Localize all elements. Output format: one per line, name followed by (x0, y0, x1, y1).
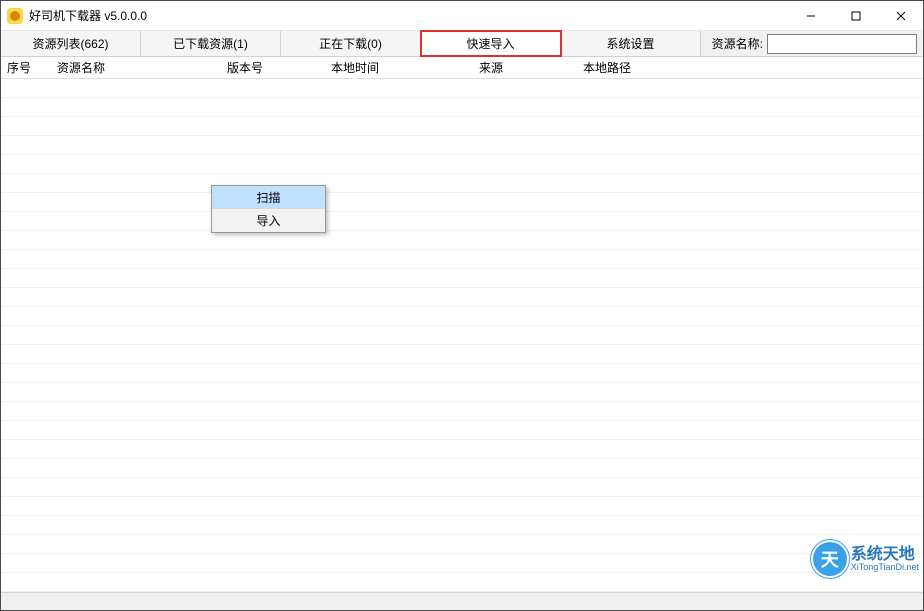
table-row[interactable] (1, 269, 923, 288)
table-row[interactable] (1, 554, 923, 573)
statusbar (1, 592, 923, 610)
col-local-path[interactable]: 本地路径 (577, 59, 923, 76)
table-row[interactable] (1, 79, 923, 98)
table-row[interactable] (1, 402, 923, 421)
grid-area[interactable]: 扫描 导入 天 系统天地 XiTongTianDi.net (1, 79, 923, 592)
table-row[interactable] (1, 212, 923, 231)
tab-resource-list[interactable]: 资源列表(662) (1, 31, 141, 56)
search-input[interactable] (767, 34, 917, 54)
table-row[interactable] (1, 193, 923, 212)
table-row[interactable] (1, 573, 923, 592)
toolbar: 资源列表(662) 已下载资源(1) 正在下载(0) 快速导入 系统设置 资源名… (1, 31, 923, 57)
table-row[interactable] (1, 459, 923, 478)
tab-label: 快速导入 (466, 35, 514, 52)
table-header: 序号 资源名称 版本号 本地时间 来源 本地路径 (1, 57, 923, 79)
col-local-time[interactable]: 本地时间 (325, 59, 473, 76)
table-row[interactable] (1, 535, 923, 554)
table-row[interactable] (1, 307, 923, 326)
table-row[interactable] (1, 231, 923, 250)
table-row[interactable] (1, 174, 923, 193)
table-row[interactable] (1, 440, 923, 459)
tab-label: 系统设置 (606, 35, 654, 52)
tab-label: 已下载资源(1) (173, 35, 248, 52)
table-row[interactable] (1, 117, 923, 136)
col-source[interactable]: 来源 (473, 59, 577, 76)
context-menu: 扫描 导入 (211, 185, 326, 233)
table-row[interactable] (1, 155, 923, 174)
table-row[interactable] (1, 288, 923, 307)
col-name[interactable]: 资源名称 (51, 59, 221, 76)
maximize-button[interactable] (833, 1, 878, 30)
search-label: 资源名称: (712, 35, 763, 52)
context-item-label: 扫描 (256, 189, 280, 206)
minimize-button[interactable] (788, 1, 833, 30)
table-row[interactable] (1, 98, 923, 117)
tab-downloading[interactable]: 正在下载(0) (281, 31, 421, 56)
context-item-import[interactable]: 导入 (212, 209, 325, 232)
table-row[interactable] (1, 326, 923, 345)
table-row[interactable] (1, 345, 923, 364)
table-row[interactable] (1, 516, 923, 535)
tab-downloaded[interactable]: 已下载资源(1) (141, 31, 281, 56)
tab-settings[interactable]: 系统设置 (561, 31, 701, 56)
tab-quick-import[interactable]: 快速导入 (421, 31, 561, 56)
table-row[interactable] (1, 383, 923, 402)
window-title: 好司机下载器 v5.0.0.0 (29, 7, 147, 24)
tab-label: 正在下载(0) (319, 35, 382, 52)
table-row[interactable] (1, 421, 923, 440)
context-item-scan[interactable]: 扫描 (212, 186, 325, 209)
col-version[interactable]: 版本号 (221, 59, 325, 76)
table-row[interactable] (1, 478, 923, 497)
tab-label: 资源列表(662) (32, 35, 108, 52)
app-window: 好司机下载器 v5.0.0.0 资源列表(662) 已下载资源(1) 正在下载(… (0, 0, 924, 611)
col-index[interactable]: 序号 (1, 59, 51, 76)
context-item-label: 导入 (256, 212, 280, 229)
table-row[interactable] (1, 136, 923, 155)
table-row[interactable] (1, 250, 923, 269)
table-row[interactable] (1, 364, 923, 383)
titlebar[interactable]: 好司机下载器 v5.0.0.0 (1, 1, 923, 31)
close-button[interactable] (878, 1, 923, 30)
app-icon (7, 8, 23, 24)
search-area: 资源名称: (712, 31, 923, 56)
table-row[interactable] (1, 497, 923, 516)
